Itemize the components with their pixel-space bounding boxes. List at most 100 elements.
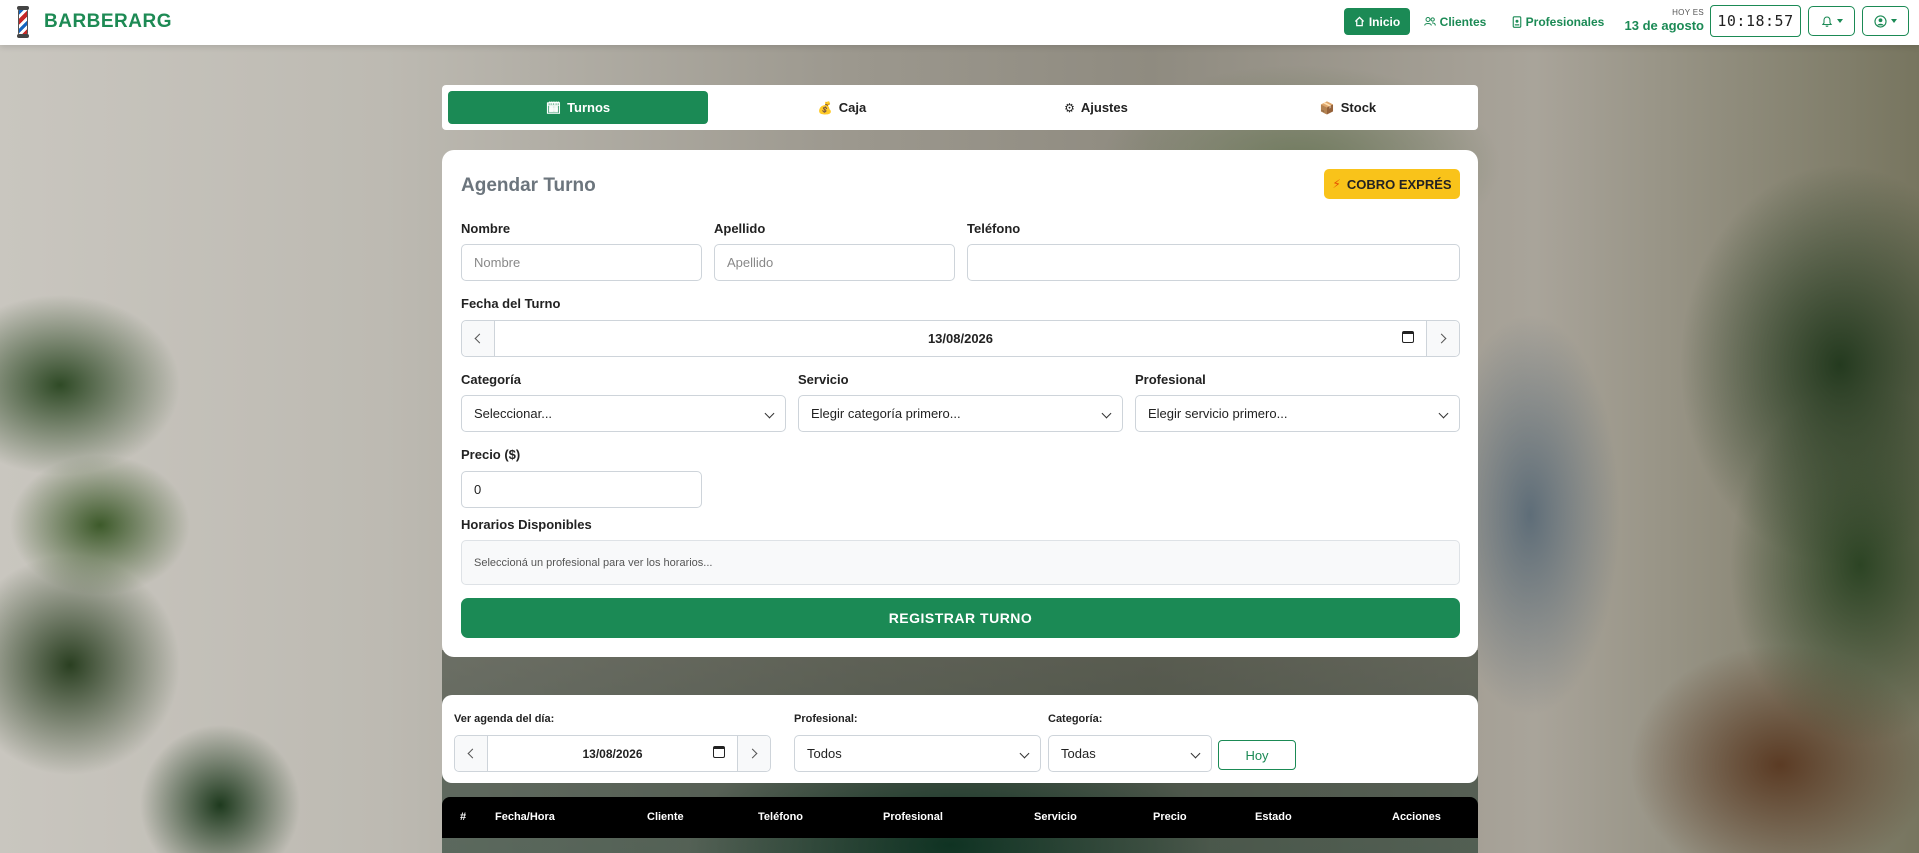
chevron-down-icon	[1836, 19, 1843, 23]
lightning-icon: ⚡	[1332, 177, 1341, 191]
nav-profesionales-link[interactable]: Profesionales	[1508, 8, 1608, 35]
box-icon: 📦	[1319, 100, 1335, 115]
column-header-number: #	[460, 811, 467, 823]
money-bag-icon: 💰	[817, 100, 833, 115]
gear-icon: ⚙	[1064, 100, 1075, 115]
column-header-precio: Precio	[1153, 811, 1187, 823]
fecha-input[interactable]: 13/08/2026	[495, 321, 1426, 356]
servicio-value: Elegir categoría primero...	[811, 406, 961, 421]
top-navbar: BARBERARG Inicio Clientes Profesionales …	[0, 0, 1919, 45]
nav-clientes-label: Clientes	[1439, 14, 1487, 29]
categoria-value: Seleccionar...	[474, 406, 553, 421]
servicio-label: Servicio	[798, 372, 849, 387]
chevron-left-icon	[467, 748, 478, 759]
column-header-profesional: Profesional	[883, 811, 943, 823]
express-charge-button[interactable]: ⚡ COBRO EXPRÉS	[1324, 169, 1460, 199]
fecha-value: 13/08/2026	[927, 331, 994, 346]
fecha-label: Fecha del Turno	[461, 296, 561, 311]
chevron-right-icon	[1436, 333, 1447, 344]
brand[interactable]: BARBERARG	[17, 6, 172, 38]
chevron-down-icon	[1190, 748, 1201, 759]
nav-inicio-button[interactable]: Inicio	[1344, 8, 1410, 35]
notifications-dropdown[interactable]	[1808, 6, 1855, 36]
tab-stock-label: Stock	[1340, 100, 1377, 115]
agenda-profesional-label: Profesional:	[794, 713, 858, 725]
agenda-profesional-value: Todos	[807, 746, 842, 761]
calendar-icon: 🗓	[545, 100, 562, 115]
tab-ajustes-label: Ajustes	[1080, 100, 1128, 115]
nav-clientes-link[interactable]: Clientes	[1420, 8, 1490, 35]
nav-inicio-label: Inicio	[1368, 14, 1401, 29]
agenda-date-input[interactable]: 13/08/2026	[488, 736, 737, 771]
telefono-input[interactable]	[967, 244, 1460, 281]
tab-ajustes[interactable]: ⚙ Ajustes	[966, 91, 1226, 124]
main-tabs: 🗓 Turnos 💰 Caja ⚙ Ajustes 📦 Stock	[442, 85, 1478, 130]
chevron-down-icon	[1101, 408, 1112, 419]
barber-pole-icon	[17, 6, 29, 38]
column-header-estado: Estado	[1255, 811, 1292, 823]
chevron-right-icon	[747, 748, 758, 759]
column-header-fecha-hora: Fecha/Hora	[495, 811, 555, 823]
user-circle-icon	[1874, 14, 1887, 28]
agenda-date-label: Ver agenda del día:	[454, 713, 555, 725]
telefono-label: Teléfono	[967, 221, 1021, 236]
calendar-picker-icon[interactable]	[713, 746, 725, 758]
tab-stock[interactable]: 📦 Stock	[1218, 91, 1478, 124]
agenda-categoria-value: Todas	[1061, 746, 1096, 761]
nombre-label: Nombre	[461, 221, 511, 236]
agenda-categoria-label: Categoría:	[1048, 713, 1103, 725]
appointment-form-card: Agendar Turno ⚡ COBRO EXPRÉS Nombre Nomb…	[442, 150, 1478, 657]
chevron-down-icon	[1019, 748, 1030, 759]
agenda-date-value: 13/08/2026	[582, 746, 643, 761]
nombre-input[interactable]: Nombre	[461, 244, 702, 281]
form-title: Agendar Turno	[461, 175, 596, 196]
users-icon	[1423, 17, 1436, 26]
agenda-filter-card: Ver agenda del día: 13/08/2026 Profesion…	[442, 695, 1478, 783]
precio-value: 0	[474, 482, 482, 497]
profesional-select[interactable]: Elegir servicio primero...	[1135, 395, 1460, 432]
precio-label: Precio ($)	[461, 447, 521, 462]
column-header-cliente: Cliente	[647, 811, 684, 823]
column-header-telefono: Teléfono	[758, 811, 804, 823]
home-icon	[1354, 16, 1364, 27]
tab-caja[interactable]: 💰 Caja	[712, 91, 972, 124]
agenda-profesional-select[interactable]: Todos	[794, 735, 1041, 772]
appointments-table-header: # Fecha/Hora Cliente Teléfono Profesiona…	[442, 797, 1478, 838]
profesional-label: Profesional	[1135, 372, 1206, 387]
today-date: 13 de agosto	[1624, 18, 1704, 33]
available-slots-panel: Seleccioná un profesional para ver los h…	[461, 540, 1460, 585]
register-appointment-button[interactable]: REGISTRAR TURNO	[461, 598, 1460, 638]
calendar-picker-icon[interactable]	[1402, 331, 1414, 343]
agenda-categoria-select[interactable]: Todas	[1048, 735, 1212, 772]
today-indicator: HOY ES 13 de agosto	[1620, 8, 1704, 33]
brand-name: BARBERARG	[44, 11, 172, 32]
agenda-next-day-button[interactable]	[737, 736, 770, 771]
agenda-previous-day-button[interactable]	[455, 736, 488, 771]
nav-profesionales-label: Profesionales	[1525, 14, 1605, 29]
id-badge-icon	[1512, 15, 1521, 28]
bell-icon	[1821, 15, 1832, 27]
servicio-select[interactable]: Elegir categoría primero...	[798, 395, 1123, 432]
categoria-label: Categoría	[461, 372, 521, 387]
apellido-label: Apellido	[714, 221, 766, 236]
chevron-left-icon	[474, 333, 485, 344]
agenda-date-picker: 13/08/2026	[454, 735, 771, 772]
tab-turnos[interactable]: 🗓 Turnos	[448, 91, 708, 124]
fecha-picker: 13/08/2026	[461, 320, 1460, 357]
previous-day-button[interactable]	[462, 321, 495, 356]
clock-display: 10:18:57	[1710, 5, 1801, 37]
today-label: HOY ES	[1672, 8, 1704, 17]
nombre-placeholder: Nombre	[474, 255, 521, 270]
chevron-down-icon	[1891, 19, 1897, 23]
user-menu-dropdown[interactable]	[1862, 6, 1909, 36]
today-button[interactable]: Hoy	[1218, 740, 1296, 770]
column-header-servicio: Servicio	[1034, 811, 1077, 823]
categoria-select[interactable]: Seleccionar...	[461, 395, 786, 432]
next-day-button[interactable]	[1426, 321, 1459, 356]
apellido-input[interactable]: Apellido	[714, 244, 955, 281]
chevron-down-icon	[1438, 408, 1449, 419]
precio-input[interactable]: 0	[461, 471, 702, 508]
available-slots-message: Seleccioná un profesional para ver los h…	[474, 556, 713, 569]
horarios-label: Horarios Disponibles	[461, 517, 592, 532]
express-charge-label: COBRO EXPRÉS	[1346, 176, 1452, 192]
